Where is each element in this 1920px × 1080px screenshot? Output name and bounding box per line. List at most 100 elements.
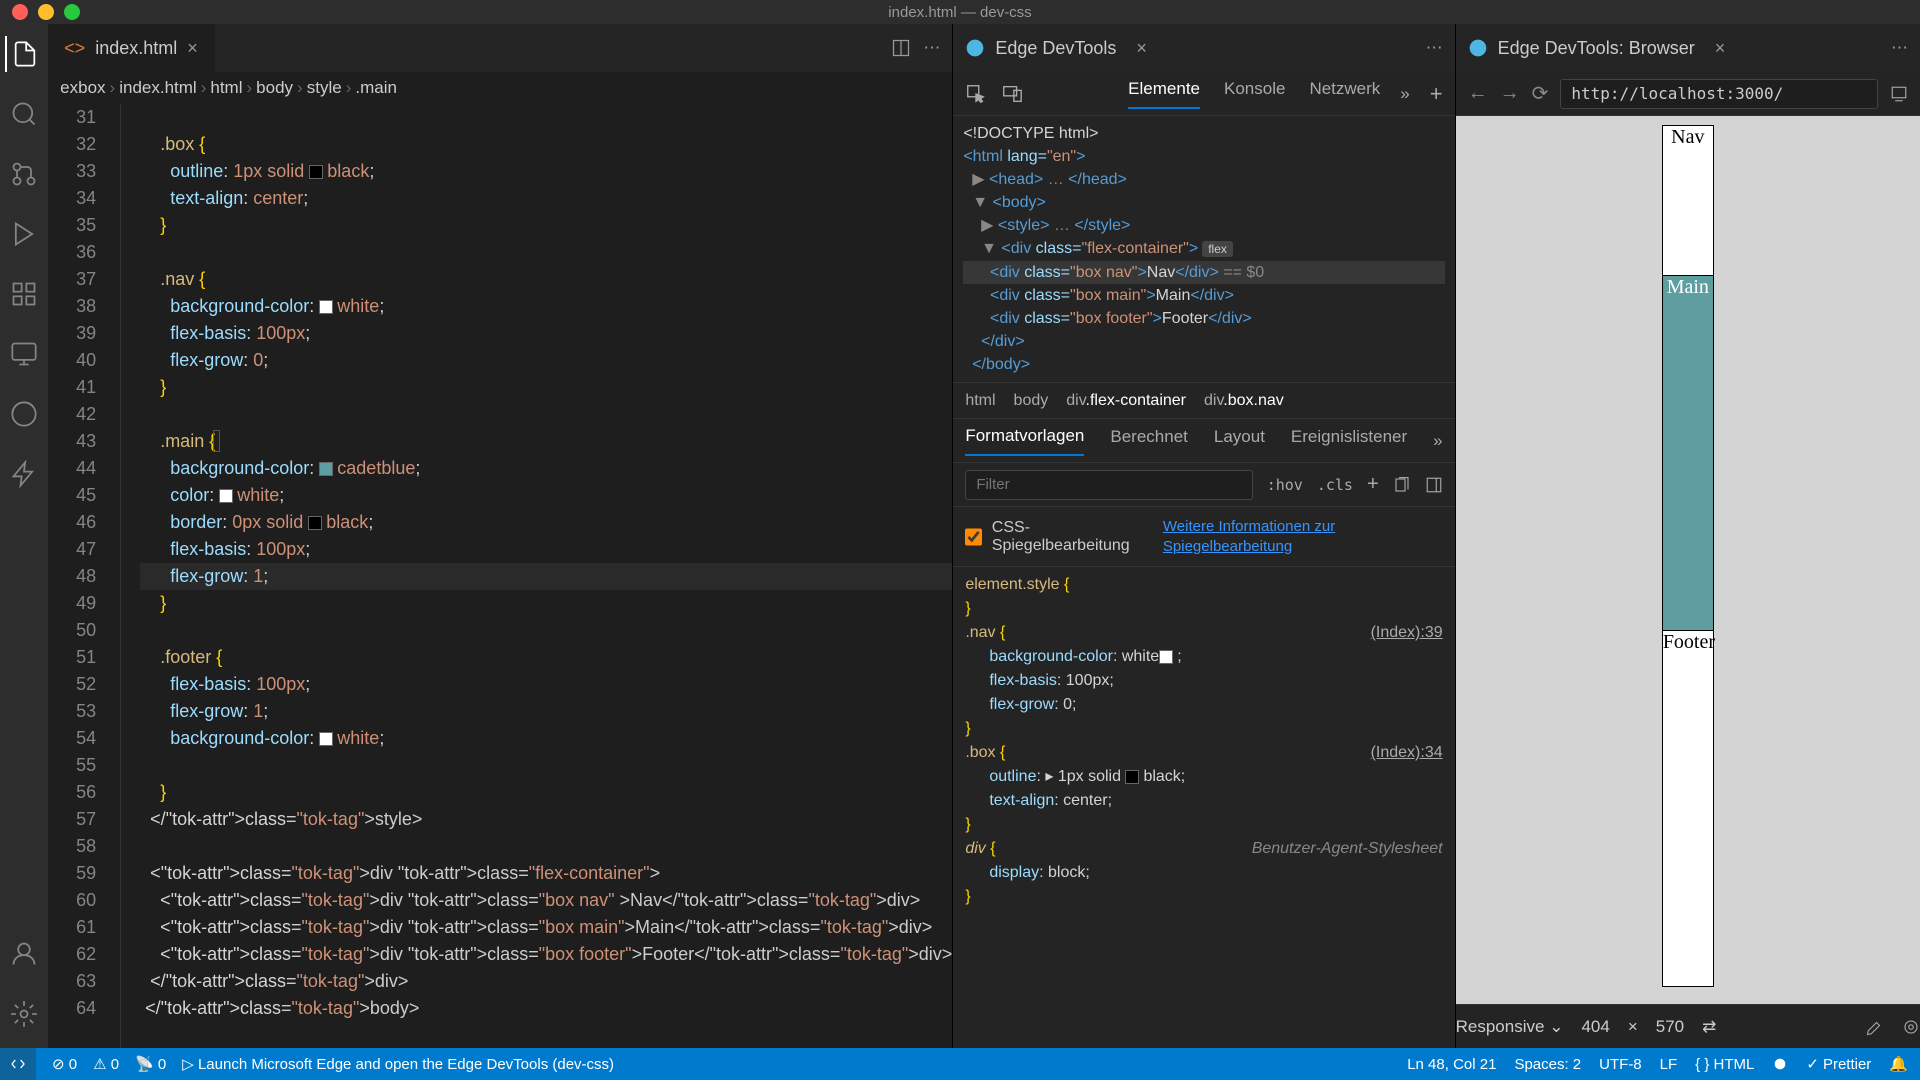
devtools-tab-konsole[interactable]: Konsole xyxy=(1224,79,1285,109)
statusbar: ⊘ 0 ⚠ 0 📡 0 ▷ Launch Microsoft Edge and … xyxy=(0,1048,1920,1080)
rendered-footer: Footer xyxy=(1663,631,1713,986)
launch-task[interactable]: ▷ Launch Microsoft Edge and open the Edg… xyxy=(182,1055,614,1073)
more-icon[interactable]: ⋯ xyxy=(923,38,940,58)
chevron-right-icon[interactable]: » xyxy=(1433,431,1442,451)
browser-pane: Edge DevTools: Browser × ⋯ ← → ⟳ Nav Mai… xyxy=(1455,24,1920,1048)
notifications-icon[interactable]: 🔔 xyxy=(1889,1055,1908,1073)
devtools-tab-netzwerk[interactable]: Netzwerk xyxy=(1309,79,1380,109)
breadcrumb-item[interactable]: body xyxy=(256,78,293,98)
dom-crumb[interactable]: body xyxy=(1014,392,1049,410)
rendered-main: Main xyxy=(1663,276,1713,631)
device-mode[interactable]: Responsive ⌄ xyxy=(1456,1017,1564,1037)
cursor-position[interactable]: Ln 48, Col 21 xyxy=(1407,1056,1496,1073)
close-icon[interactable]: × xyxy=(1715,38,1726,59)
tab-label: index.html xyxy=(95,38,177,59)
window-close[interactable] xyxy=(12,4,28,20)
inspect-icon[interactable] xyxy=(965,83,987,105)
device-toolbar[interactable]: Responsive ⌄ 404 × 570 ⇄ xyxy=(1456,1004,1920,1048)
hov-toggle[interactable]: :hov xyxy=(1267,476,1303,494)
css-mirror-checkbox[interactable] xyxy=(965,528,981,546)
back-icon[interactable]: ← xyxy=(1468,82,1488,105)
styles-tab-ereignislistener[interactable]: Ereignislistener xyxy=(1291,427,1407,455)
url-input[interactable] xyxy=(1560,79,1878,109)
dom-breadcrumbs[interactable]: html body div.flex-container div.box.nav xyxy=(953,383,1454,419)
search-icon[interactable] xyxy=(6,96,42,132)
html-file-icon: <> xyxy=(64,38,85,59)
activity-bar xyxy=(0,24,48,1048)
styles-tab-layout[interactable]: Layout xyxy=(1214,427,1265,455)
css-mirror-label: CSS-Spiegelbearbeitung xyxy=(992,519,1153,555)
window-title: index.html — dev-css xyxy=(888,4,1031,21)
errors-count[interactable]: ⊘ 0 xyxy=(52,1055,77,1073)
device-width[interactable]: 404 xyxy=(1581,1017,1609,1037)
breadcrumb-item[interactable]: index.html xyxy=(119,78,196,98)
plus-icon[interactable]: + xyxy=(1430,81,1443,107)
cls-toggle[interactable]: .cls xyxy=(1317,476,1353,494)
window-minimize[interactable] xyxy=(38,4,54,20)
browser-viewport[interactable]: Nav Main Footer xyxy=(1456,116,1920,1004)
run-debug-icon[interactable] xyxy=(6,216,42,252)
thunder-icon[interactable] xyxy=(6,456,42,492)
dom-crumb[interactable]: html xyxy=(965,392,995,410)
breadcrumb[interactable]: exbox›index.html›html›body›style›.main xyxy=(48,72,952,104)
target-icon[interactable] xyxy=(1902,1018,1920,1036)
reload-icon[interactable]: ⟳ xyxy=(1532,81,1549,106)
styles-panel[interactable]: element.style {}.nav {(Index):39backgrou… xyxy=(953,567,1454,1048)
styles-tab-berechnet[interactable]: Berechnet xyxy=(1110,427,1188,455)
accounts-icon[interactable] xyxy=(6,936,42,972)
code-editor[interactable]: 3132333435363738394041424344454647484950… xyxy=(48,104,952,1048)
breadcrumb-item[interactable]: .main xyxy=(355,78,397,98)
styles-filter-input[interactable] xyxy=(965,470,1252,500)
port-forward[interactable]: 📡 0 xyxy=(135,1055,166,1073)
explorer-icon[interactable] xyxy=(5,36,41,72)
editor-tab-index[interactable]: <> index.html × xyxy=(48,24,215,72)
device-height[interactable]: 570 xyxy=(1656,1017,1684,1037)
editor-tabs: <> index.html × ⋯ xyxy=(48,24,952,72)
remote-indicator[interactable] xyxy=(0,1048,36,1080)
more-icon[interactable]: ⋯ xyxy=(1891,38,1908,58)
extensions-icon[interactable] xyxy=(6,276,42,312)
screencast-icon[interactable] xyxy=(1890,85,1908,103)
close-icon[interactable]: × xyxy=(187,38,198,59)
devtools-tab[interactable]: Edge DevTools × xyxy=(965,38,1147,59)
device-icon[interactable] xyxy=(1001,83,1023,105)
encoding[interactable]: UTF-8 xyxy=(1599,1056,1642,1073)
breadcrumb-item[interactable]: html xyxy=(210,78,242,98)
breadcrumb-item[interactable]: exbox xyxy=(60,78,105,98)
mirror-info-link[interactable]: Weitere Informationen zur Spiegelbearbei… xyxy=(1163,517,1443,556)
prettier-status[interactable]: ✓ Prettier xyxy=(1806,1055,1871,1073)
browser-tab[interactable]: Edge DevTools: Browser × xyxy=(1468,38,1726,59)
window-maximize[interactable] xyxy=(64,4,80,20)
close-icon[interactable]: × xyxy=(1136,38,1147,59)
go-live[interactable] xyxy=(1772,1056,1788,1072)
rendered-nav: Nav xyxy=(1663,126,1713,276)
dom-crumb[interactable]: div.flex-container xyxy=(1066,392,1186,410)
dom-crumb[interactable]: div.box.nav xyxy=(1204,392,1284,410)
dom-tree[interactable]: <!DOCTYPE html><html lang="en"> ▶ <head>… xyxy=(953,116,1454,383)
more-icon[interactable]: ⋯ xyxy=(1426,38,1443,58)
language-mode[interactable]: { } HTML xyxy=(1695,1056,1754,1073)
gear-icon[interactable] xyxy=(6,996,42,1032)
copy-styles-icon[interactable] xyxy=(1393,476,1411,494)
devtools-tab-elemente[interactable]: Elemente xyxy=(1128,79,1200,109)
warnings-count[interactable]: ⚠ 0 xyxy=(93,1055,119,1073)
plus-icon[interactable]: + xyxy=(1367,473,1379,496)
rotate-icon[interactable]: ⇄ xyxy=(1702,1017,1716,1037)
computed-panel-icon[interactable] xyxy=(1425,476,1443,494)
indentation[interactable]: Spaces: 2 xyxy=(1514,1056,1581,1073)
remote-explorer-icon[interactable] xyxy=(6,336,42,372)
edge-icon[interactable] xyxy=(6,396,42,432)
styles-tab-formatvorlagen[interactable]: Formatvorlagen xyxy=(965,426,1084,456)
edge-icon xyxy=(965,38,985,58)
chevron-right-icon[interactable]: » xyxy=(1400,84,1409,104)
edge-icon xyxy=(1468,38,1488,58)
split-editor-icon[interactable] xyxy=(891,38,911,58)
titlebar: index.html — dev-css xyxy=(0,0,1920,24)
devtools-pane: Edge DevTools × ⋯ Elemente Konsole Netzwer… xyxy=(952,24,1454,1048)
breadcrumb-item[interactable]: style xyxy=(307,78,342,98)
eyedropper-icon[interactable] xyxy=(1866,1018,1884,1036)
eol[interactable]: LF xyxy=(1660,1056,1678,1073)
source-control-icon[interactable] xyxy=(6,156,42,192)
editor-group: <> index.html × ⋯ exbox›index.html›html›… xyxy=(48,24,952,1048)
forward-icon[interactable]: → xyxy=(1500,82,1520,105)
